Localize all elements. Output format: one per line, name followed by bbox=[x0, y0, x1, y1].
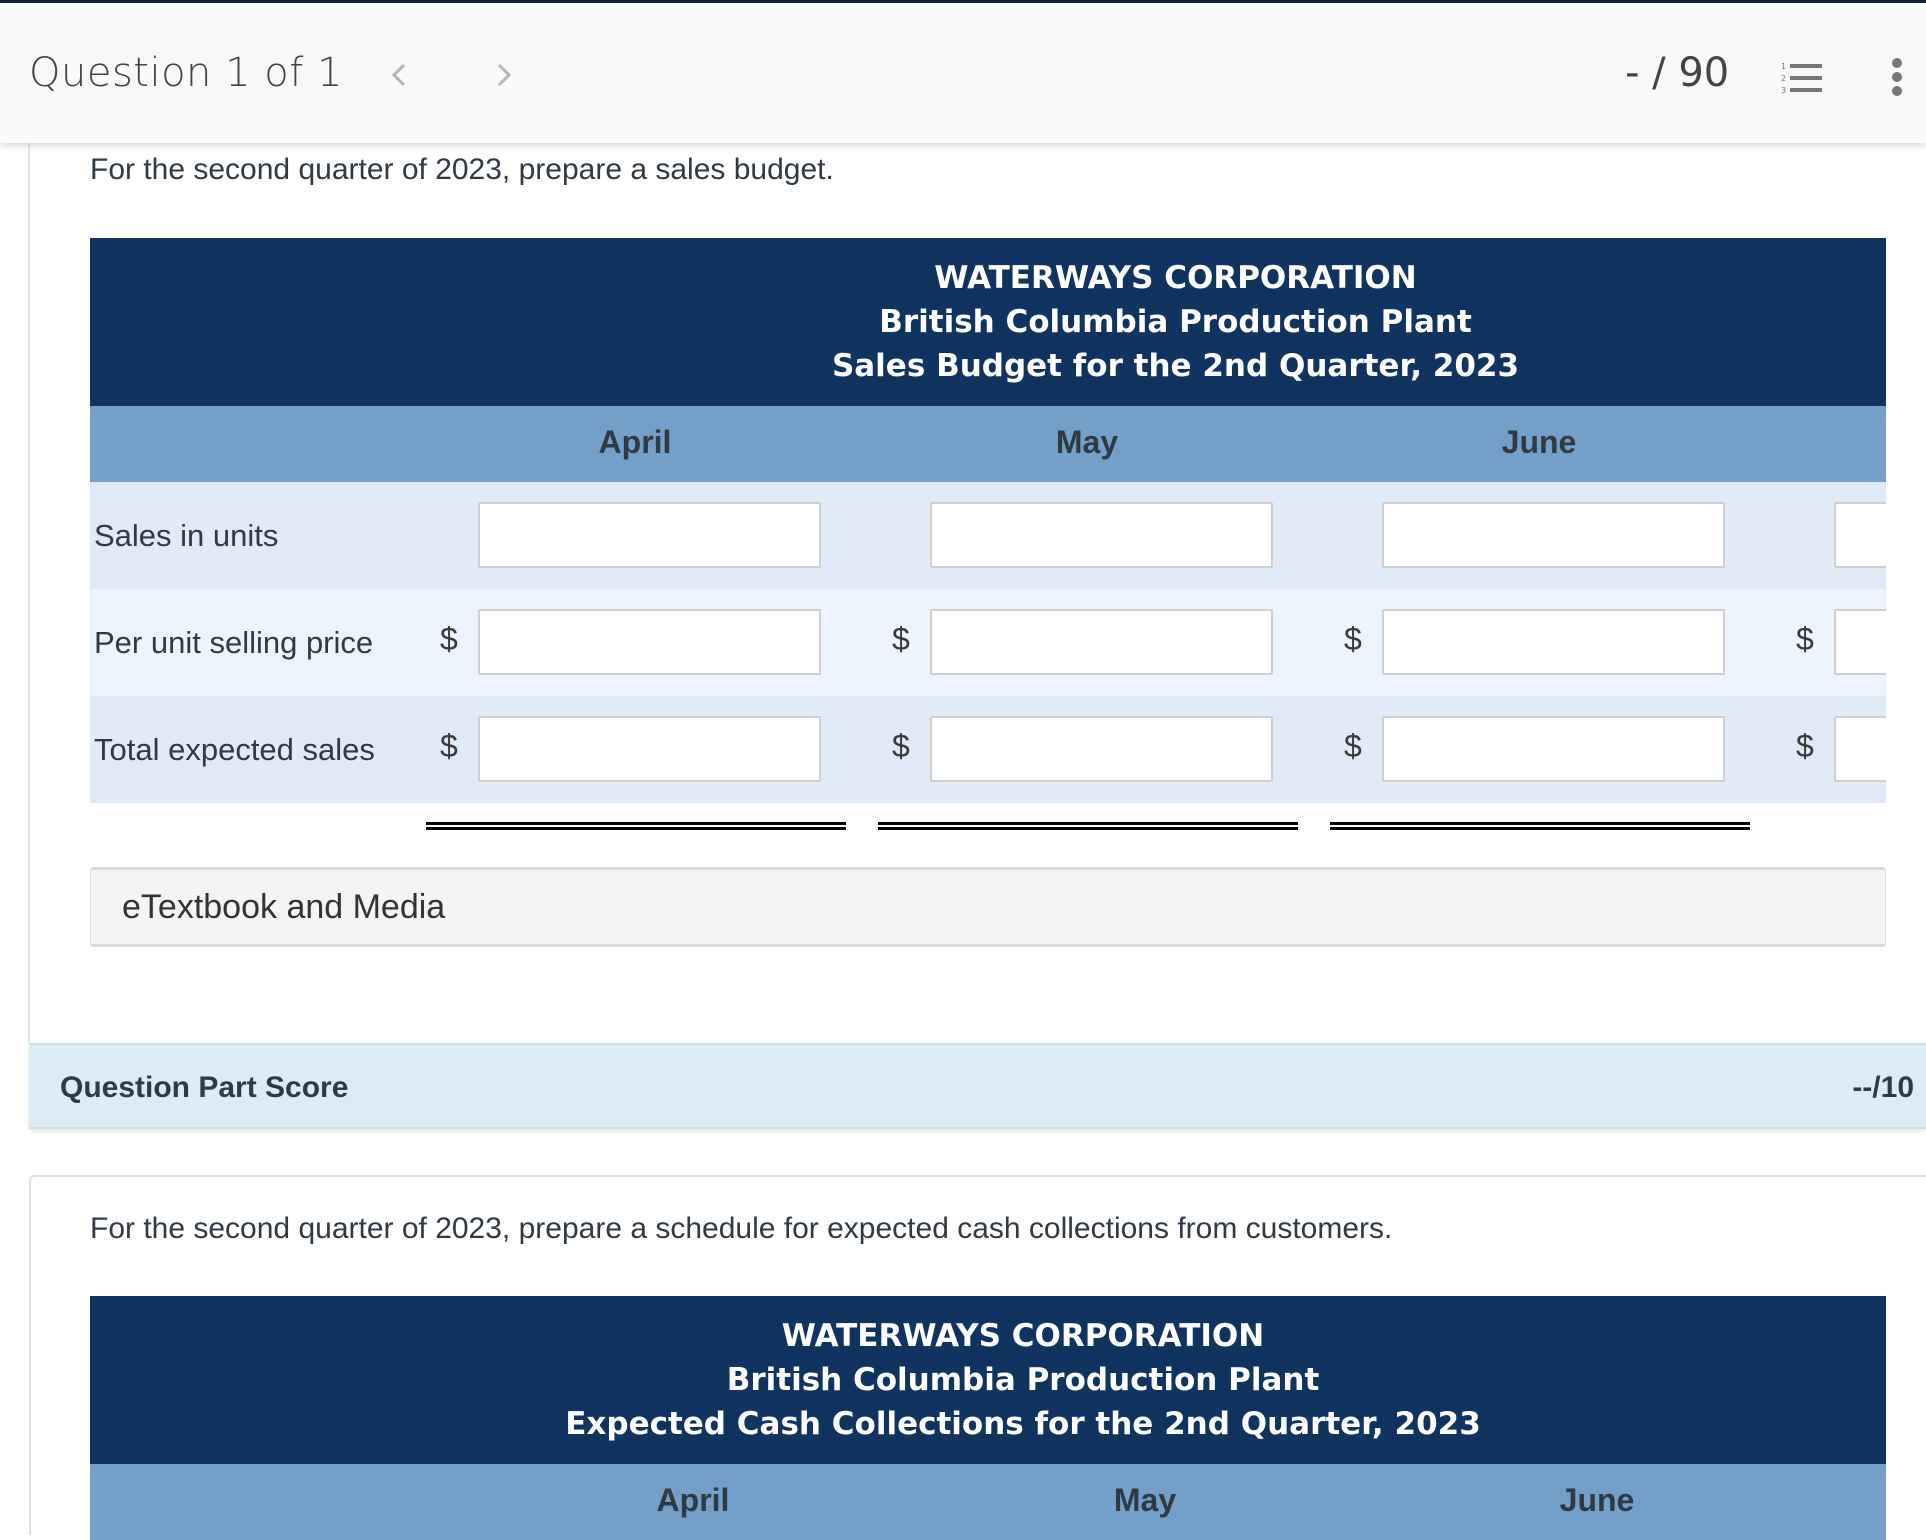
row-label: Sales in units bbox=[94, 518, 279, 553]
currency-symbol: $ bbox=[440, 621, 458, 657]
part2-prompt: For the second quarter of 2023, prepare … bbox=[90, 1212, 1393, 1245]
cash-collections-table: WATERWAYS CORPORATION British Columbia P… bbox=[90, 1296, 1886, 1540]
statement-title: Expected Cash Collections for the 2nd Qu… bbox=[565, 1406, 1481, 1442]
currency-symbol: $ bbox=[1344, 621, 1362, 657]
table-title: WATERWAYS CORPORATION British Columbia P… bbox=[90, 238, 1886, 406]
column-april: April bbox=[656, 1482, 730, 1518]
plant-name: British Columbia Production Plant bbox=[726, 1362, 1320, 1398]
cell-quarter bbox=[1782, 502, 1886, 568]
unit-price-april-input[interactable] bbox=[478, 609, 821, 675]
double-underline bbox=[1330, 827, 1750, 830]
etextbook-label: eTextbook and Media bbox=[122, 888, 446, 926]
column-april: April bbox=[598, 424, 672, 460]
double-underline bbox=[878, 827, 1298, 830]
unit-price-may-input[interactable] bbox=[930, 609, 1273, 675]
plant-name: British Columbia Production Plant bbox=[879, 304, 1472, 340]
chevron-right-icon bbox=[497, 63, 512, 87]
double-underline bbox=[426, 822, 846, 825]
double-underline bbox=[878, 822, 1298, 825]
cell-april: $ bbox=[426, 609, 846, 718]
question-list-button[interactable]: 1 2 3 bbox=[1781, 61, 1825, 95]
part-score-value: --/10 bbox=[1852, 1071, 1914, 1104]
table-title: WATERWAYS CORPORATION British Columbia P… bbox=[90, 1296, 1886, 1464]
total-score: - / 90 bbox=[1625, 50, 1730, 96]
total-sales-quarter-input[interactable] bbox=[1834, 716, 1886, 782]
cell-may: $ bbox=[878, 609, 1298, 718]
column-header-row: April May June bbox=[90, 406, 1886, 482]
chevron-left-icon bbox=[391, 63, 406, 87]
svg-text:1: 1 bbox=[1781, 62, 1786, 71]
part1-prompt: For the second quarter of 2023, prepare … bbox=[90, 153, 834, 186]
sales-units-april-input[interactable] bbox=[478, 502, 821, 568]
card-left-border bbox=[28, 143, 30, 1043]
question-counter: Question 1 of 1 bbox=[29, 50, 344, 96]
sales-units-quarter-input[interactable] bbox=[1834, 502, 1886, 568]
cell-april: $ bbox=[426, 716, 846, 830]
total-sales-june-input[interactable] bbox=[1382, 716, 1725, 782]
sales-units-may-input[interactable] bbox=[930, 502, 1273, 568]
currency-symbol: $ bbox=[1344, 728, 1362, 764]
table-row-total-sales: Total expected sales $ $ $ $ bbox=[90, 696, 1886, 830]
table-row-sales-units: Sales in units bbox=[90, 482, 1886, 589]
total-sales-april-input[interactable] bbox=[478, 716, 821, 782]
company-name: WATERWAYS CORPORATION bbox=[934, 260, 1417, 296]
currency-symbol: $ bbox=[892, 621, 910, 657]
cell-june: $ bbox=[1330, 609, 1750, 718]
double-underline bbox=[426, 827, 846, 830]
cell-may: $ bbox=[878, 716, 1298, 830]
column-header-row: April May June bbox=[90, 1464, 1886, 1540]
more-vertical-icon bbox=[1892, 58, 1902, 96]
cell-may bbox=[878, 502, 1298, 568]
part-score-label: Question Part Score bbox=[60, 1071, 349, 1104]
column-may: May bbox=[1055, 424, 1119, 460]
next-question-button[interactable] bbox=[483, 55, 523, 95]
row-label: Total expected sales bbox=[94, 732, 375, 767]
cell-june bbox=[1330, 502, 1750, 568]
currency-symbol: $ bbox=[1796, 621, 1814, 657]
sales-budget-table: WATERWAYS CORPORATION British Columbia P… bbox=[90, 238, 1886, 830]
cell-april bbox=[426, 502, 846, 568]
column-may: May bbox=[1113, 1482, 1177, 1518]
row-label: Per unit selling price bbox=[94, 625, 374, 660]
unit-price-june-input[interactable] bbox=[1382, 609, 1725, 675]
column-june: June bbox=[1559, 1482, 1635, 1518]
double-underline bbox=[1330, 822, 1750, 825]
cell-quarter: $ bbox=[1782, 716, 1886, 782]
currency-symbol: $ bbox=[892, 728, 910, 764]
total-sales-may-input[interactable] bbox=[930, 716, 1273, 782]
svg-text:2: 2 bbox=[1781, 74, 1786, 83]
currency-symbol: $ bbox=[1796, 728, 1814, 764]
question-header-bar: Question 1 of 1 - / 90 1 2 3 bbox=[0, 3, 1926, 143]
table-row-unit-price: Per unit selling price $ $ $ $ bbox=[90, 589, 1886, 718]
etextbook-media-button[interactable]: eTextbook and Media bbox=[90, 867, 1886, 947]
svg-text:3: 3 bbox=[1781, 86, 1786, 95]
currency-symbol: $ bbox=[440, 728, 458, 764]
question-part-score-bar: Question Part Score --/10 bbox=[29, 1043, 1926, 1129]
cell-june: $ bbox=[1330, 716, 1750, 830]
column-june: June bbox=[1501, 424, 1577, 460]
statement-title: Sales Budget for the 2nd Quarter, 2023 bbox=[831, 348, 1520, 384]
cell-quarter: $ bbox=[1782, 609, 1886, 675]
sales-units-june-input[interactable] bbox=[1382, 502, 1725, 568]
previous-question-button[interactable] bbox=[380, 55, 420, 95]
numbered-list-icon: 1 2 3 bbox=[1781, 62, 1822, 95]
unit-price-quarter-input[interactable] bbox=[1834, 609, 1886, 675]
company-name: WATERWAYS CORPORATION bbox=[781, 1318, 1265, 1354]
more-options-button[interactable] bbox=[1890, 57, 1904, 97]
